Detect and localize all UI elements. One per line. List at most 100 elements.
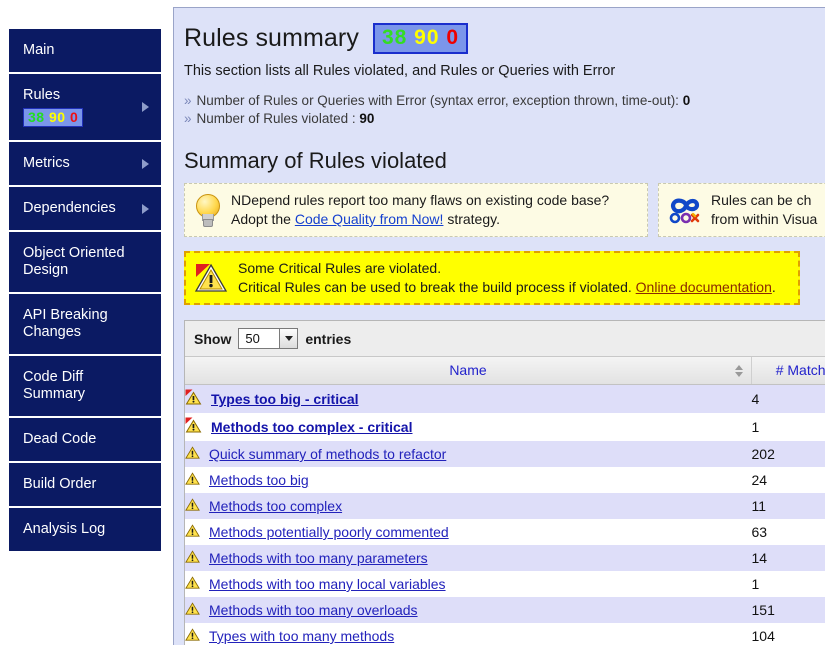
table-row[interactable]: Types with too many methods 104 — [185, 623, 825, 645]
table-header-row: Name # Matches — [185, 357, 825, 385]
sidebar-rules-badge: 38 90 0 — [23, 108, 84, 127]
warning-icon — [185, 497, 200, 515]
rule-name-link[interactable]: Methods with too many overloads — [209, 602, 418, 618]
sidebar-item-build-order[interactable]: Build Order — [9, 463, 161, 508]
page-size-select[interactable]: 50 — [238, 328, 299, 349]
tip-box-visual-studio-text: Rules can be ch from within Visua — [711, 191, 817, 229]
rules-table-body: Types too big - critical 4 Methods too com… — [185, 384, 825, 645]
tip-boxes-row: NDepend rules report too many flaws on e… — [184, 183, 825, 237]
tip-box-code-quality-text: NDepend rules report too many flaws on e… — [231, 191, 609, 229]
bullet-value: 0 — [682, 93, 691, 108]
rules-table-container: Show 50 entries Name # Match Types too b… — [184, 320, 825, 645]
warning-icon — [185, 523, 200, 541]
sidebar-item-label: API Breaking Changes — [23, 307, 108, 340]
critical-warning-icon — [194, 262, 228, 294]
sidebar-item-dependencies[interactable]: Dependencies — [9, 187, 161, 232]
table-row[interactable]: Quick summary of methods to refactor 202 — [185, 441, 825, 467]
sidebar-nav: Main Rules 38 90 0 Metrics Dependencies Objec… — [8, 28, 162, 552]
sidebar-item-metrics[interactable]: Metrics — [9, 142, 161, 187]
column-header-name[interactable]: Name — [185, 357, 752, 385]
bullet-text: Number of Rules or Queries with Error (s… — [196, 93, 683, 108]
rule-matches-cell: 1 — [751, 413, 825, 441]
code-quality-link[interactable]: Code Quality from Now! — [295, 211, 444, 227]
page-subtitle: This section lists all Rules violated, a… — [184, 63, 616, 79]
sidebar-item-label: Dependencies — [23, 200, 116, 216]
table-row[interactable]: Types too big - critical 4 — [185, 384, 825, 413]
chevron-down-icon[interactable] — [279, 329, 298, 348]
rule-name-link[interactable]: Methods too big — [209, 472, 309, 488]
table-row[interactable]: Methods too big 24 — [185, 467, 825, 493]
chevron-right-icon — [142, 102, 149, 112]
critical-line1: Some Critical Rules are violated. — [238, 260, 442, 276]
sidebar-item-main[interactable]: Main — [9, 29, 161, 74]
rule-matches-cell: 151 — [751, 597, 825, 623]
rule-name-cell: Types with too many methods — [185, 623, 752, 645]
rule-name-link[interactable]: Quick summary of methods to refactor — [209, 446, 446, 462]
sidebar-item-dead-code[interactable]: Dead Code — [9, 418, 161, 463]
sidebar-item-label: Metrics — [23, 155, 70, 171]
table-length-control: Show 50 entries — [185, 321, 825, 357]
rules-summary-badge: 38 90 0 — [372, 23, 469, 54]
sidebar-item-label: Rules — [23, 87, 61, 103]
table-row[interactable]: Methods with too many parameters 14 — [185, 545, 825, 571]
sidebar-item-label: Build Order — [23, 476, 97, 492]
rule-matches-cell: 11 — [751, 493, 825, 519]
bullet-marker-icon: » — [184, 93, 192, 108]
rule-name-cell: Methods with too many parameters — [185, 545, 752, 571]
column-header-matches-label: # Matches — [775, 362, 825, 378]
sidebar-item-analysis-log[interactable]: Analysis Log — [9, 508, 161, 551]
online-documentation-link[interactable]: Online documentation — [636, 279, 772, 295]
rule-name-cell: Methods too complex - critical — [185, 413, 752, 441]
table-row[interactable]: Methods potentially poorly commented 63 — [185, 519, 825, 545]
table-row[interactable]: Methods with too many local variables 1 — [185, 571, 825, 597]
badge-green-count: 38 — [381, 26, 408, 49]
critical-warning-icon — [185, 417, 202, 437]
bullet-marker-icon: » — [184, 111, 192, 126]
rule-name-cell: Methods with too many overloads — [185, 597, 752, 623]
sidebar-item-api-breaking-changes[interactable]: API Breaking Changes — [9, 294, 161, 356]
rules-table: Name # Matches Types too big - critical 4… — [185, 357, 825, 645]
rule-name-link[interactable]: Types too big - critical — [211, 391, 359, 407]
tip-line2-suffix: strategy. — [443, 211, 500, 227]
main-content-panel: Rules summary 38 90 0 This section lists… — [173, 7, 825, 645]
column-header-name-label: Name — [449, 362, 487, 378]
rule-name-link[interactable]: Types with too many methods — [209, 628, 394, 644]
show-label: Show — [194, 330, 232, 347]
sidebar-item-object-oriented-design[interactable]: Object Oriented Design — [9, 232, 161, 294]
critical-banner-text: Some Critical Rules are violated. Critic… — [238, 259, 776, 297]
rule-name-cell: Methods too big — [185, 467, 752, 493]
table-row[interactable]: Methods with too many overloads 151 — [185, 597, 825, 623]
vs-tip-line1: Rules can be ch — [711, 192, 812, 208]
sidebar-badge-red: 0 — [69, 109, 79, 125]
rule-matches-cell: 1 — [751, 571, 825, 597]
critical-rules-banner: Some Critical Rules are violated. Critic… — [184, 251, 800, 305]
rule-name-link[interactable]: Methods too complex — [209, 498, 342, 514]
rule-name-cell: Quick summary of methods to refactor — [185, 441, 752, 467]
rule-name-cell: Methods too complex — [185, 493, 752, 519]
sidebar-item-label: Code Diff Summary — [23, 369, 86, 402]
sort-icon[interactable] — [735, 364, 743, 377]
table-row[interactable]: Methods too complex - critical 1 — [185, 413, 825, 441]
summary-bullet: » Number of Rules or Queries with Error (… — [184, 93, 825, 108]
critical-warning-icon — [185, 389, 202, 409]
rule-name-link[interactable]: Methods with too many local variables — [209, 576, 446, 592]
vs-tip-line2: from within Visua — [711, 211, 818, 227]
entries-label: entries — [305, 330, 352, 347]
rule-name-link[interactable]: Methods with too many parameters — [209, 550, 428, 566]
rule-name-cell: Methods potentially poorly commented — [185, 519, 752, 545]
sidebar-item-rules[interactable]: Rules 38 90 0 — [9, 74, 161, 142]
tip-line2-prefix: Adopt the — [231, 211, 295, 227]
warning-icon — [185, 627, 200, 645]
bullet-text: Number of Rules violated : — [196, 111, 360, 126]
warning-icon — [185, 575, 200, 593]
sidebar-item-code-diff-summary[interactable]: Code Diff Summary — [9, 356, 161, 418]
rule-matches-cell: 63 — [751, 519, 825, 545]
critical-line2-prefix: Critical Rules can be used to break the … — [238, 279, 636, 295]
table-row[interactable]: Methods too complex 11 — [185, 493, 825, 519]
column-header-matches[interactable]: # Matches — [751, 357, 825, 385]
warning-icon — [185, 601, 200, 619]
rule-name-link[interactable]: Methods potentially poorly commented — [209, 524, 449, 540]
sidebar-badge-yellow: 90 — [48, 109, 66, 125]
critical-line2-suffix: . — [771, 279, 776, 295]
rule-name-link[interactable]: Methods too complex - critical — [211, 419, 412, 435]
